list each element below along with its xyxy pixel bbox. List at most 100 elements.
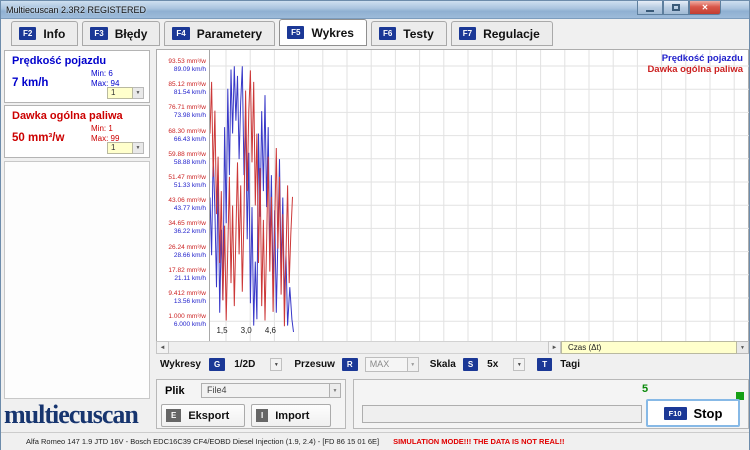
param-scale-combo[interactable]: 1 ▼ [107,142,144,154]
skala-value: 5x [487,359,498,370]
tab-label: Parametery [197,27,262,41]
run-groupbox: 5 F10 Stop [353,379,749,429]
y-axis-label-pair: 34.65 mm³/w36.22 km/h [154,220,206,236]
przesuw-combo[interactable]: MAX ▼ [365,357,419,372]
close-button[interactable]: ✕ [689,1,721,15]
tab-info[interactable]: F2 Info [11,21,78,46]
param-title: Prędkość pojazdu [12,55,106,67]
chevron-down-icon: ▼ [517,362,522,368]
combo-value: 1 [107,87,133,99]
tab-label: Błędy [115,27,148,41]
app-window: Multiecuscan 2.3R2 REGISTERED ✕ F2 Info … [0,0,750,450]
y-axis-label-pair: 93.53 mm³/w89.09 km/h [154,58,206,74]
tab-testy[interactable]: F6 Testy [371,21,447,46]
y-axis-labels: 93.53 mm³/w89.09 km/h 85.12 mm³/w81.54 km… [157,50,209,345]
combo-value: 1 [107,142,133,154]
arrow-right-icon: ► [552,345,558,351]
param-scale-combo[interactable]: 1 ▼ [107,87,144,99]
file-select-value: File4 [201,383,330,398]
tab-fkey-badge: F5 [287,26,304,39]
window-title: Multiecuscan 2.3R2 REGISTERED [1,5,146,15]
import-button-label: Import [275,410,309,422]
minimize-button[interactable] [637,1,663,15]
param-value: 7 km/h [12,77,48,89]
sample-counter: 5 [642,383,648,395]
przesuw-label: Przesuw [294,359,335,370]
param-min: Min: 1 [91,124,119,134]
y-axis-label-pair: 26.24 mm³/w28.66 km/h [154,244,206,260]
chevron-down-icon: ▼ [408,357,419,372]
import-button[interactable]: I Import [251,404,331,427]
tab-label: Regulacje [483,27,540,41]
skala-dropdown-button[interactable]: ▼ [513,358,525,371]
file-groupbox: Plik File4 ▼ E Eksport I Import [156,379,346,429]
s-key-badge: S [463,358,478,371]
param-minmax: Min: 1 Max: 99 [91,124,119,144]
status-bar: Alfa Romeo 147 1.9 JTD 16V - Bosch EDC16… [1,432,749,450]
tab-regulacje[interactable]: F7 Regulacje [451,21,553,46]
param-title: Dawka ogólna paliwa [12,110,123,122]
chart-panel: 93.53 mm³/w89.09 km/h 85.12 mm³/w81.54 km… [156,49,749,346]
t-key-badge: T [537,358,552,371]
arrow-left-icon: ◄ [160,345,166,351]
eksport-button[interactable]: E Eksport [161,404,245,427]
chart-plot-svg: 1,53,04,6 [210,50,749,345]
simulation-warning: SIMULATION MODE!!! THE DATA IS NOT REAL!… [393,437,564,446]
e-key-badge: E [166,409,181,422]
y-axis-label-pair: 17.82 mm³/w21.11 km/h [154,267,206,283]
tab-parametery[interactable]: F4 Parametery [164,21,275,46]
param-value: 50 mm³/w [12,132,64,144]
y-axis-label-pair: 85.12 mm³/w81.54 km/h [154,81,206,97]
i-key-badge: I [256,409,268,422]
chevron-down-icon[interactable]: ▼ [133,87,144,99]
vehicle-info: Alfa Romeo 147 1.9 JTD 16V - Bosch EDC16… [26,437,379,446]
y-axis-label-pair: 68.30 mm³/w66.43 km/h [154,128,206,144]
tab-bar: F2 Info F3 Błędy F4 Parametery F5 Wykres… [11,21,553,46]
scroll-left-button[interactable]: ◄ [156,341,169,354]
tab-fkey-badge: F2 [19,27,36,40]
chevron-down-icon[interactable]: ▼ [133,142,144,154]
chevron-down-icon[interactable]: ▼ [330,383,341,398]
maximize-icon [672,4,680,11]
chevron-down-icon[interactable]: ▼ [737,341,749,354]
tab-label: Info [43,27,65,41]
x-axis-tick: 3,0 [241,326,253,335]
legend-speed: Prędkość pojazdu [647,53,743,64]
y-axis-label-pair: 51.47 mm³/w51.33 km/h [154,174,206,190]
progress-bar [362,405,642,423]
stop-button[interactable]: F10 Stop [646,399,740,427]
tab-fkey-badge: F3 [90,27,107,40]
tab-bledy[interactable]: F3 Błędy [82,21,160,46]
tab-fkey-badge: F7 [459,27,476,40]
y-axis-label-pair: 76.71 mm³/w73.98 km/h [154,104,206,120]
param-min: Min: 6 [91,69,119,79]
scroll-right-button[interactable]: ► [548,341,561,354]
y-axis-label-pair: 1.000 mm³/w6.000 km/h [154,313,206,329]
przesuw-value: MAX [365,357,408,372]
y-axis-label-pair: 43.06 mm³/w43.77 km/h [154,197,206,213]
minimize-icon [646,10,654,12]
g-key-badge: G [209,358,225,371]
time-axis-value: Czas (Δt) [561,341,737,354]
y-axis-label-pair: 59.88 mm³/w58.88 km/h [154,151,206,167]
tab-wykres[interactable]: F5 Wykres [279,19,367,46]
wykresy-dropdown-button[interactable]: ▼ [270,358,282,371]
file-select[interactable]: File4 ▼ [201,383,341,398]
param-box-fuel: Dawka ogólna paliwa 50 mm³/w Min: 1 Max:… [4,105,150,158]
tab-label: Testy [403,27,433,41]
sidebar-empty-panel [4,161,150,399]
legend-fuel: Dawka ogólna paliwa [647,64,743,75]
param-box-speed: Prędkość pojazdu 7 km/h Min: 6 Max: 94 1… [4,50,150,103]
scrollbar-track[interactable] [169,341,548,354]
skala-label: Skala [430,359,456,370]
time-axis-combo[interactable]: Czas (Δt) ▼ [561,341,749,354]
close-icon: ✕ [702,3,709,12]
tagi-label: Tagi [560,359,580,370]
chart-legend: Prędkość pojazdu Dawka ogólna paliwa [647,53,743,75]
f10-key-badge: F10 [664,407,687,420]
stop-button-label: Stop [694,406,723,421]
maximize-button[interactable] [663,1,689,15]
chart-plot[interactable]: 1,53,04,6 Prędkość pojazdu Dawka ogólna … [209,50,748,345]
x-axis-tick: 1,5 [216,326,228,335]
r-key-badge: R [342,358,358,371]
